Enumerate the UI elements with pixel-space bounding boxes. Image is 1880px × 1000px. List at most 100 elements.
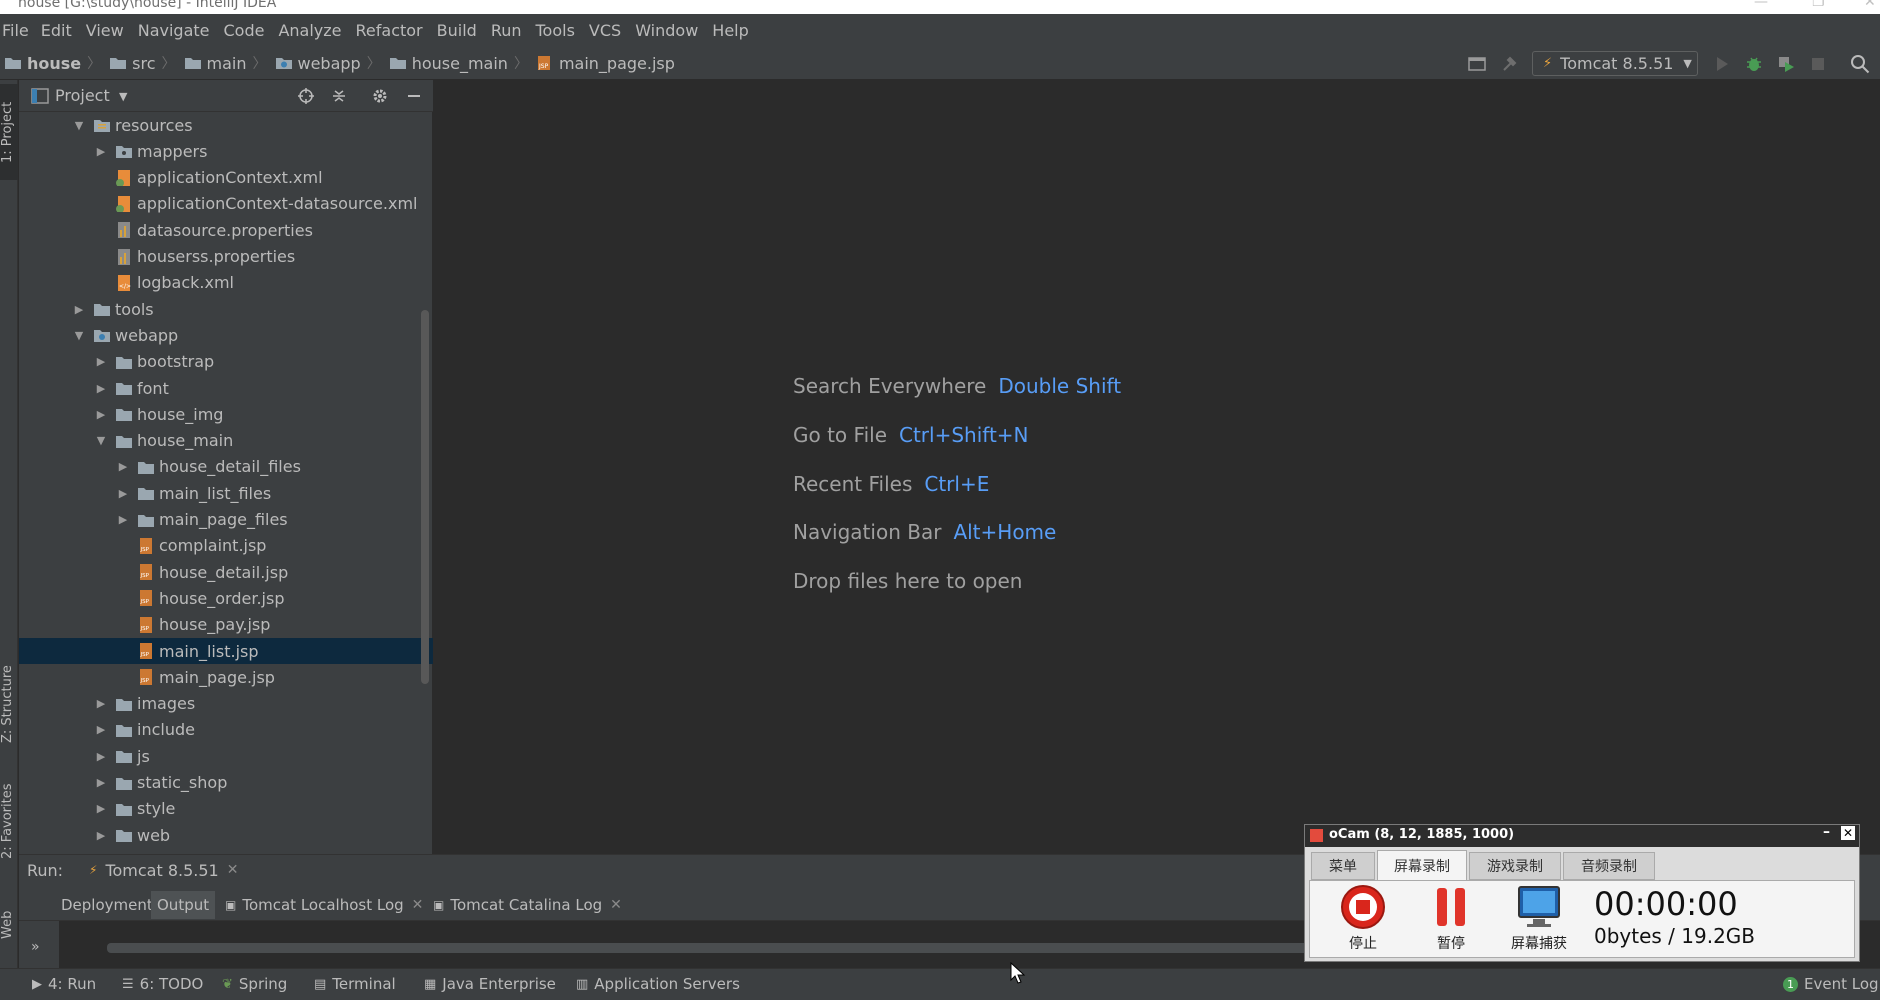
tool-run[interactable]: ▶ 4: Run [32, 975, 96, 993]
breadcrumb-item-house-main[interactable]: house_main 〉 [389, 53, 536, 73]
breadcrumb-item-src[interactable]: src 〉 [109, 53, 183, 73]
tree-item[interactable]: ▶ style [19, 796, 433, 822]
collapsed-arrow-icon[interactable]: ▶ [93, 723, 109, 736]
tab-favorites[interactable]: 2: Favorites [0, 776, 18, 866]
tree-item[interactable]: applicationContext-datasource.xml [19, 191, 433, 217]
build-hammer-icon[interactable] [1500, 54, 1520, 74]
breadcrumb-item-webapp[interactable]: webapp 〉 [275, 53, 389, 73]
tree-item[interactable]: </> logback.xml [19, 270, 433, 296]
locate-file-icon[interactable] [297, 87, 315, 105]
close-icon[interactable]: ✕ [610, 897, 622, 913]
maximize-icon[interactable]: ❐ [1812, 0, 1825, 10]
expanded-arrow-icon[interactable]: ▼ [71, 329, 87, 342]
subtab-output[interactable]: Output [151, 891, 216, 919]
project-scrollbar[interactable] [421, 310, 429, 684]
run-with-coverage-icon[interactable] [1776, 54, 1796, 74]
hide-panel-icon[interactable] [405, 87, 423, 105]
tool-event-log[interactable]: 1 Event Log [1783, 975, 1879, 993]
menu-code[interactable]: Code [224, 21, 265, 40]
subtab-tomcat-catalina-log[interactable]: ▣ Tomcat Catalina Log ✕ [427, 891, 628, 919]
breadcrumb-item-main-page[interactable]: JSP main_page.jsp [536, 54, 675, 73]
subtab-deployment[interactable]: Deployment [55, 891, 159, 919]
console-horizontal-scrollbar[interactable] [107, 943, 1367, 953]
subtab-tomcat-localhost-log[interactable]: ▣ Tomcat Localhost Log ✕ [219, 891, 429, 919]
more-icon[interactable]: » [31, 939, 40, 955]
screen-capture-button[interactable]: 屏幕捕获 [1504, 883, 1574, 953]
close-icon[interactable]: ✕ [412, 897, 424, 913]
breadcrumb-item-main[interactable]: main 〉 [184, 53, 275, 73]
tree-item[interactable]: JSP house_pay.jsp [19, 612, 433, 638]
tree-item[interactable]: ▶ main_list_files [19, 480, 433, 506]
pause-button[interactable]: 暂停 [1416, 883, 1486, 953]
tab-web[interactable]: Web [0, 900, 18, 950]
tool-java-enterprise[interactable]: ▦ Java Enterprise [424, 975, 556, 993]
run-tab-tomcat[interactable]: ⚡ Tomcat 8.5.51 ✕ [89, 857, 238, 883]
menu-refactor[interactable]: Refactor [356, 21, 423, 40]
chevron-down-icon[interactable]: ▼ [119, 90, 127, 103]
tree-item[interactable]: JSP main_page.jsp [19, 664, 433, 690]
minimize-icon[interactable]: — [1754, 0, 1768, 10]
tree-item[interactable]: ▶ mappers [19, 138, 433, 164]
collapsed-arrow-icon[interactable]: ▶ [93, 382, 109, 395]
collapsed-arrow-icon[interactable]: ▶ [71, 303, 87, 316]
minimize-icon[interactable]: – [1823, 824, 1830, 840]
tree-item[interactable]: houserss.properties [19, 244, 433, 270]
collapsed-arrow-icon[interactable]: ▶ [115, 513, 131, 526]
tree-item[interactable]: ▼ house_main [19, 428, 433, 454]
menu-build[interactable]: Build [437, 21, 477, 40]
collapsed-arrow-icon[interactable]: ▶ [115, 460, 131, 473]
menu-help[interactable]: Help [712, 21, 748, 40]
menu-edit[interactable]: Edit [41, 21, 72, 40]
tree-item[interactable]: ▶ bootstrap [19, 349, 433, 375]
run-configuration-select[interactable]: ⚡ Tomcat 8.5.51 ▼ [1532, 51, 1698, 76]
expanded-arrow-icon[interactable]: ▼ [71, 119, 87, 132]
tree-item[interactable]: ▶ tools [19, 296, 433, 322]
close-icon[interactable]: ✕ [1841, 826, 1855, 840]
tree-item[interactable]: ▼ resources [19, 112, 433, 138]
tree-item[interactable]: JSP house_order.jsp [19, 585, 433, 611]
debug-icon[interactable] [1744, 54, 1764, 74]
tree-item[interactable]: ▶ static_shop [19, 770, 433, 796]
tree-item[interactable]: ▶ main_page_files [19, 507, 433, 533]
menu-window[interactable]: Window [635, 21, 698, 40]
tree-item[interactable]: JSP house_detail.jsp [19, 559, 433, 585]
project-structure-icon[interactable] [1467, 54, 1487, 74]
tree-item[interactable]: ▼ webapp [19, 322, 433, 348]
stop-icon[interactable] [1808, 54, 1828, 74]
tree-item[interactable]: ▶ js [19, 743, 433, 769]
expanded-arrow-icon[interactable]: ▼ [93, 434, 109, 447]
tool-application-servers[interactable]: ▥ Application Servers [576, 975, 740, 993]
collapsed-arrow-icon[interactable]: ▶ [93, 355, 109, 368]
ocam-tab-menu[interactable]: 菜单 [1311, 852, 1375, 880]
tree-item[interactable]: ▶ images [19, 691, 433, 717]
tree-item[interactable]: ▶ house_detail_files [19, 454, 433, 480]
tree-item[interactable]: ▶ font [19, 375, 433, 401]
tree-item[interactable]: ▶ house_img [19, 401, 433, 427]
tree-item[interactable]: ▶ include [19, 717, 433, 743]
tree-item[interactable]: datasource.properties [19, 217, 433, 243]
menu-view[interactable]: View [86, 21, 124, 40]
search-icon[interactable] [1850, 54, 1870, 74]
collapsed-arrow-icon[interactable]: ▶ [93, 697, 109, 710]
menu-navigate[interactable]: Navigate [138, 21, 210, 40]
ocam-tab-screen-record[interactable]: 屏幕录制 [1377, 850, 1467, 881]
tree-item[interactable]: JSP main_list.jsp [19, 638, 433, 664]
run-icon[interactable] [1712, 54, 1732, 74]
menu-analyze[interactable]: Analyze [278, 21, 341, 40]
ocam-title-bar[interactable]: oCam (8, 12, 1885, 1000) – ✕ [1305, 824, 1859, 847]
tree-item[interactable]: ▶ web [19, 822, 433, 848]
ocam-tab-audio-record[interactable]: 音频录制 [1563, 852, 1655, 880]
tool-todo[interactable]: ☰ 6: TODO [122, 975, 203, 993]
close-icon[interactable]: ✕ [1864, 0, 1876, 10]
tree-item[interactable]: applicationContext.xml [19, 165, 433, 191]
tab-project[interactable]: 1: Project [0, 84, 18, 180]
project-panel-title[interactable]: Project [55, 86, 110, 105]
tab-structure[interactable]: Z: Structure [0, 656, 18, 752]
close-icon[interactable]: ✕ [227, 862, 239, 878]
collapsed-arrow-icon[interactable]: ▶ [93, 802, 109, 815]
collapse-all-icon[interactable] [330, 87, 348, 105]
tree-item[interactable]: JSP complaint.jsp [19, 533, 433, 559]
collapsed-arrow-icon[interactable]: ▶ [93, 408, 109, 421]
stop-button[interactable]: 停止 [1328, 883, 1398, 953]
collapsed-arrow-icon[interactable]: ▶ [93, 750, 109, 763]
